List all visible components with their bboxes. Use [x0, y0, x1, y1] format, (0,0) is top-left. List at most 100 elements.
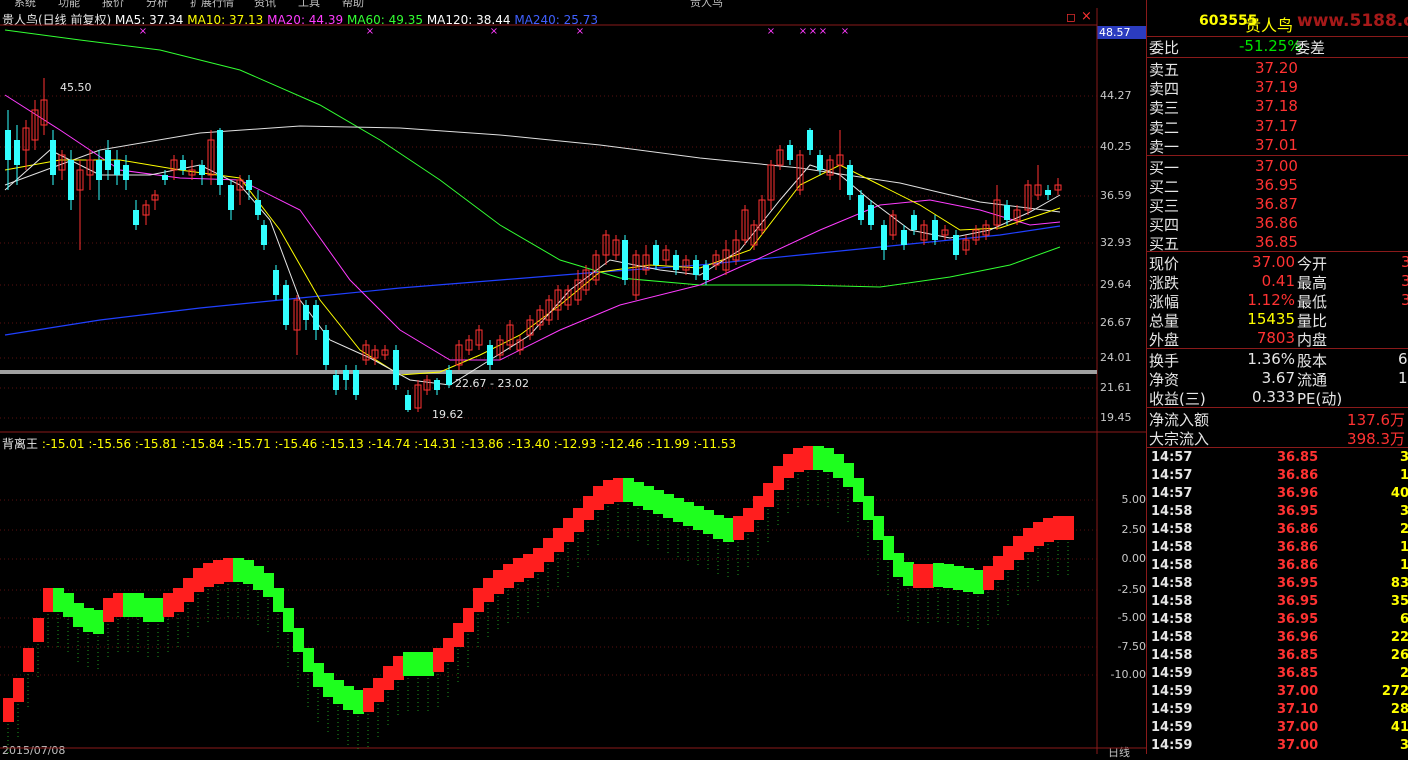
- trade-time: 14:57: [1151, 486, 1193, 501]
- divergence-bar: [1043, 518, 1054, 542]
- quote-label: 涨幅: [1149, 293, 1180, 311]
- bid-row: 买五 36.85: [1147, 233, 1408, 253]
- candle-body: [261, 225, 267, 245]
- menu-function[interactable]: 功能: [58, 0, 80, 8]
- candle-body: [632, 254, 640, 296]
- trade-price: 37.00: [1277, 738, 1319, 753]
- menu-quote[interactable]: 报价: [102, 0, 124, 8]
- close-icon[interactable]: ×: [1081, 9, 1092, 24]
- menu-extended[interactable]: 扩展行情: [190, 0, 234, 8]
- quote-label: 现价: [1149, 255, 1180, 273]
- candle-body: [303, 305, 309, 320]
- trade-row: 14:58 36.95 6: [1147, 612, 1408, 630]
- candle-body: [826, 159, 834, 176]
- menu-help[interactable]: 帮助: [342, 0, 364, 8]
- divergence-bar: [153, 598, 164, 622]
- candle-body: [807, 130, 813, 150]
- fund-row: 换手 1.36%股本 6.: [1147, 350, 1408, 370]
- flow-label: 大宗流入: [1149, 430, 1210, 448]
- trade-volume: 41: [1390, 720, 1408, 735]
- trade-volume: 2: [1400, 522, 1408, 537]
- divergence-bar: [253, 566, 264, 590]
- divergence-bar: [523, 554, 534, 578]
- divergence-bar: [163, 593, 174, 617]
- signal-marker: ×: [819, 26, 827, 37]
- bid-label: 买四: [1149, 216, 1180, 234]
- quote-value: 37.00: [1252, 253, 1295, 271]
- divergence-bar: [1023, 528, 1034, 552]
- candle-body: [180, 160, 186, 170]
- price-tag: 48.57: [1097, 26, 1147, 39]
- candle-body: [162, 175, 168, 180]
- candle-body: [1013, 209, 1021, 221]
- trade-price: 36.85: [1277, 648, 1319, 663]
- chart-area[interactable]: 系统 功能 报价 分析 扩展行情 资讯 工具 帮助 贵人鸟 贵人鸟(日线 前复权…: [0, 0, 1147, 759]
- candle-body: [1045, 190, 1051, 195]
- signal-marker: ×: [799, 26, 807, 37]
- divergence-bar: [193, 568, 204, 592]
- trade-volume: 1: [1400, 540, 1408, 555]
- trade-volume: 1: [1400, 558, 1408, 573]
- candle-body: [68, 160, 74, 200]
- quote-label: 外盘: [1149, 331, 1180, 349]
- candle-body: [434, 380, 440, 390]
- menu-analysis[interactable]: 分析: [146, 0, 168, 8]
- ma60-line: [4, 29, 1061, 288]
- candle-body: [228, 185, 234, 210]
- trade-price: 37.10: [1277, 702, 1319, 717]
- divergence-bar: [533, 548, 544, 572]
- ma20-line: [4, 94, 1061, 361]
- ask-label: 卖三: [1149, 99, 1180, 118]
- ma-legend-item: MA5: 37.34: [115, 13, 184, 27]
- fund-label: 收益(三): [1149, 390, 1206, 408]
- candle-body: [901, 230, 907, 245]
- indicator-value-list: :-15.01 :-15.56 :-15.81 :-15.84 :-15.71 …: [41, 437, 737, 451]
- trade-volume: 3: [1400, 450, 1408, 465]
- menu-news[interactable]: 资讯: [254, 0, 276, 8]
- divergence-bar: [263, 573, 274, 597]
- divergence-bar: [103, 598, 114, 622]
- divergence-bar: [683, 502, 694, 526]
- candle-body: [446, 370, 452, 385]
- divergence-bar: [763, 483, 774, 507]
- ma-legend-item: MA120: 38.44: [423, 13, 511, 27]
- quote-value: 7803: [1256, 329, 1295, 347]
- flow-value: 137.6万: [1347, 411, 1405, 429]
- candle-body: [545, 299, 553, 321]
- trade-time: 14:58: [1151, 648, 1193, 663]
- menu-tools[interactable]: 工具: [298, 0, 320, 8]
- quote-value: 0.41: [1261, 272, 1295, 290]
- indicator-y-tick: 0.00: [1121, 552, 1147, 565]
- trade-volume: 6: [1400, 612, 1408, 627]
- candle-body: [207, 139, 215, 176]
- indicator-legend: 背离王 :-15.01 :-15.56 :-15.81 :-15.84 :-15…: [2, 435, 736, 452]
- candle-body: [932, 220, 938, 240]
- divergence-bar: [553, 528, 564, 552]
- divergence-bar: [783, 454, 794, 478]
- trade-time: 14:59: [1151, 684, 1193, 699]
- candle-body: [199, 165, 205, 175]
- candle-body: [817, 155, 823, 170]
- divergence-bar: [903, 562, 914, 586]
- divergence-bar: [513, 558, 524, 582]
- quote-row: 涨幅 1.12%最低 3: [1147, 291, 1408, 311]
- ma-legend-item: MA20: 44.39: [263, 13, 344, 27]
- trade-volume: 40: [1390, 486, 1408, 501]
- trade-time: 14:58: [1151, 522, 1193, 537]
- quote-label-2: 最低: [1297, 293, 1328, 311]
- candle-body: [14, 140, 20, 165]
- divergence-bar: [323, 673, 334, 697]
- quote-value-2: 3: [1401, 291, 1408, 309]
- restore-icon[interactable]: ◻: [1066, 10, 1076, 24]
- candle-body: [847, 165, 853, 195]
- divergence-bar: [1053, 516, 1064, 540]
- period-label: 日线: [1108, 746, 1130, 759]
- y-tick-label: 40.25: [1100, 140, 1132, 153]
- menu-system[interactable]: 系统: [14, 0, 36, 8]
- divergence-bar: [593, 486, 604, 510]
- candle-body: [622, 240, 628, 280]
- trade-price: 36.95: [1277, 594, 1319, 609]
- trade-row: 14:57 36.85 3: [1147, 450, 1408, 468]
- trade-volume: 28: [1390, 702, 1408, 717]
- divergence-bar: [1033, 522, 1044, 546]
